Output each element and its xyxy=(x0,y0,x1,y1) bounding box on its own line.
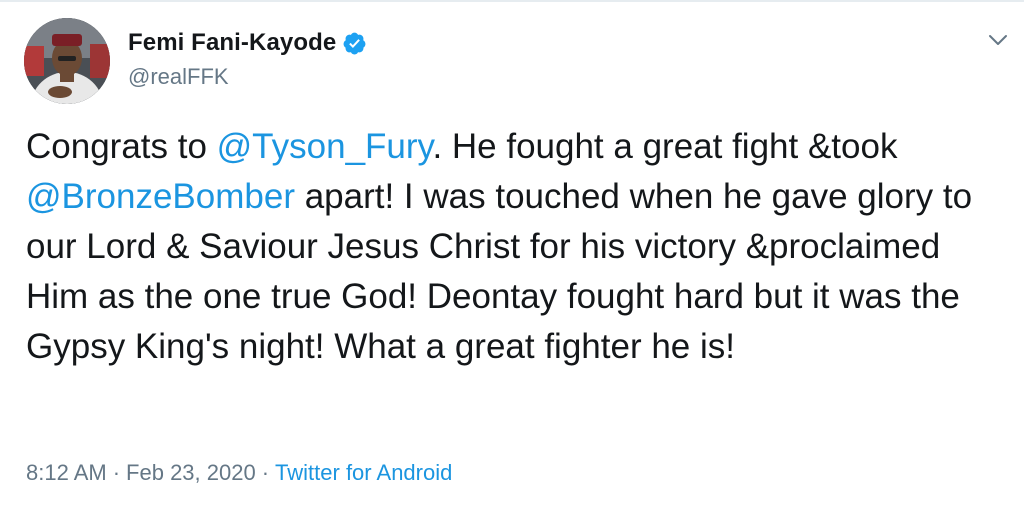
mention-link[interactable]: @Tyson_Fury xyxy=(217,127,433,166)
meta-separator: · xyxy=(261,460,270,485)
tweet-text-segment: Congrats to xyxy=(26,127,217,166)
mention-link[interactable]: @BronzeBomber xyxy=(26,177,295,216)
tweet-source-link[interactable]: Twitter for Android xyxy=(275,460,452,485)
meta-separator: · xyxy=(112,460,121,485)
tweet-text-segment: . He fought a great fight &took xyxy=(432,127,898,166)
verified-badge-icon xyxy=(342,31,367,56)
tweet-card: Femi Fani-Kayode @realFFK Congrats to @T… xyxy=(0,0,1024,514)
tweet-date[interactable]: Feb 23, 2020 xyxy=(126,460,256,485)
chevron-down-icon[interactable] xyxy=(986,28,1010,52)
tweet-meta: 8:12 AM · Feb 23, 2020 · Twitter for Android xyxy=(26,460,452,486)
author-display-name[interactable]: Femi Fani-Kayode xyxy=(128,29,336,57)
tweet-time[interactable]: 8:12 AM xyxy=(26,460,107,485)
author-info: Femi Fani-Kayode @realFFK xyxy=(128,26,367,90)
avatar[interactable] xyxy=(24,18,110,104)
author-handle[interactable]: @realFFK xyxy=(128,64,367,90)
author-name-row: Femi Fani-Kayode xyxy=(128,26,367,60)
avatar-image xyxy=(24,18,110,104)
tweet-text: Congrats to @Tyson_Fury. He fought a gre… xyxy=(26,122,1011,372)
